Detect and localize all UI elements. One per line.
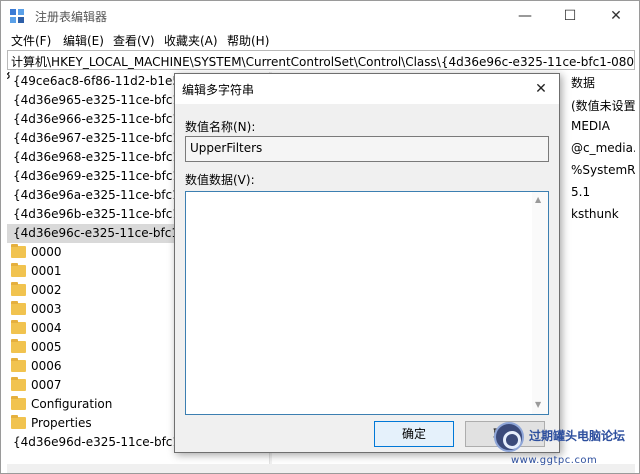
close-button[interactable]: ✕ bbox=[593, 1, 639, 31]
value-data[interactable]: (数值未设置 bbox=[571, 97, 635, 114]
folder-icon bbox=[11, 320, 26, 334]
maximize-button[interactable]: ☐ bbox=[547, 1, 593, 31]
menu-help[interactable]: 帮助(H) bbox=[227, 32, 269, 49]
value-data[interactable]: %SystemRo bbox=[571, 163, 635, 177]
dialog-title-bar: 编辑多字符串 ✕ bbox=[175, 74, 559, 104]
folder-icon bbox=[11, 377, 26, 391]
forum-watermark: 过期罐头电脑论坛 www.ggtpc.com bbox=[489, 419, 637, 471]
textarea-scrollbar[interactable]: ▲ ▼ bbox=[532, 192, 548, 414]
menu-file[interactable]: 文件(F) bbox=[11, 32, 51, 49]
subkey-label: 0003 bbox=[31, 302, 62, 316]
watermark-url: www.ggtpc.com bbox=[511, 455, 598, 466]
subkey-label: 0000 bbox=[31, 245, 62, 259]
address-path: 计算机\HKEY_LOCAL_MACHINE\SYSTEM\CurrentCon… bbox=[11, 55, 635, 69]
subkey-label: 0007 bbox=[31, 378, 62, 392]
subkey-label: 0005 bbox=[31, 340, 62, 354]
window-title: 注册表编辑器 bbox=[35, 10, 108, 24]
folder-icon bbox=[11, 358, 26, 372]
ok-button[interactable]: 确定 bbox=[374, 421, 454, 447]
folder-icon bbox=[11, 301, 26, 315]
value-data[interactable]: MEDIA bbox=[571, 119, 610, 133]
subkey-label: Configuration bbox=[31, 397, 113, 411]
dialog-close-button[interactable]: ✕ bbox=[523, 74, 559, 104]
title-bar: 注册表编辑器 — ☐ ✕ bbox=[1, 1, 639, 31]
folder-icon bbox=[11, 415, 26, 429]
folder-icon bbox=[11, 282, 26, 296]
subkey-label: 0004 bbox=[31, 321, 62, 335]
menu-edit[interactable]: 编辑(E) bbox=[63, 32, 104, 49]
dialog-title: 编辑多字符串 bbox=[182, 83, 255, 97]
folder-icon bbox=[11, 339, 26, 353]
value-data[interactable]: 5.1 bbox=[571, 185, 590, 199]
scroll-up-icon[interactable]: ▲ bbox=[535, 195, 541, 204]
value-data-textarea[interactable]: ▲ ▼ bbox=[185, 191, 549, 415]
subkey-label: 0001 bbox=[31, 264, 62, 278]
menu-favorites[interactable]: 收藏夹(A) bbox=[164, 32, 218, 49]
value-name-field: UpperFilters bbox=[185, 136, 549, 162]
value-name-label: 数值名称(N): bbox=[185, 120, 256, 134]
folder-icon bbox=[11, 263, 26, 277]
folder-icon bbox=[11, 244, 26, 258]
watermark-text: 过期罐头电脑论坛 bbox=[529, 429, 626, 443]
forum-logo-icon bbox=[494, 422, 524, 452]
address-bar[interactable]: 计算机\HKEY_LOCAL_MACHINE\SYSTEM\CurrentCon… bbox=[7, 50, 635, 70]
scroll-down-icon[interactable]: ▼ bbox=[535, 400, 541, 409]
subkey-label: 0002 bbox=[31, 283, 62, 297]
value-data[interactable]: ksthunk bbox=[571, 207, 619, 221]
menu-view[interactable]: 查看(V) bbox=[113, 32, 155, 49]
edit-multi-string-dialog: 编辑多字符串 ✕ 数值名称(N): UpperFilters 数值数据(V): … bbox=[174, 73, 560, 453]
minimize-button[interactable]: — bbox=[502, 1, 548, 31]
subkey-label: Properties bbox=[31, 416, 92, 430]
menu-bar: 文件(F) 编辑(E) 查看(V) 收藏夹(A) 帮助(H) bbox=[1, 31, 639, 49]
values-column-header[interactable]: 数据 bbox=[571, 74, 595, 91]
value-data[interactable]: @c_media.i bbox=[571, 141, 635, 155]
folder-icon bbox=[11, 396, 26, 410]
value-data-label: 数值数据(V): bbox=[185, 173, 255, 187]
subkey-label: 0006 bbox=[31, 359, 62, 373]
registry-editor-icon bbox=[10, 9, 24, 23]
registry-editor-window: 注册表编辑器 — ☐ ✕ 文件(F) 编辑(E) 查看(V) 收藏夹(A) 帮助… bbox=[0, 0, 640, 474]
